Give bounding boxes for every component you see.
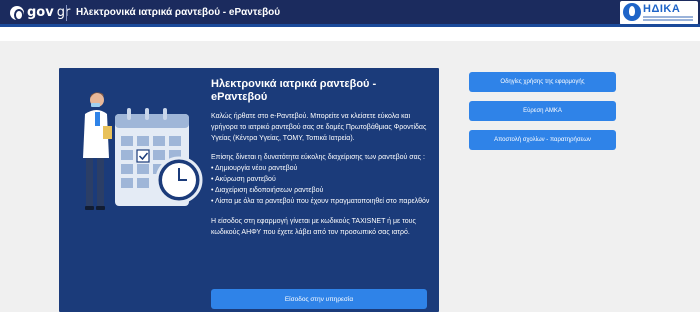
doctor-calendar-clock-illustration bbox=[83, 92, 203, 210]
send-feedback-button[interactable]: Αποστολή σχολίων - παρατηρήσεων bbox=[469, 130, 616, 150]
logo-text-bold: gov bbox=[27, 5, 54, 20]
app-title: Ηλεκτρονικά ιατρικά ραντεβού - eΡαντεβού bbox=[76, 7, 281, 18]
idika-logo-text: ΗΔΙΚΑ bbox=[643, 3, 681, 15]
header-divider bbox=[66, 5, 67, 21]
idika-subtitle-lines bbox=[643, 16, 693, 18]
user-guide-button[interactable]: Οδηγίες χρήσης της εφαρμογής bbox=[469, 72, 616, 92]
idika-emblem-icon bbox=[623, 3, 641, 21]
feature-item: • Δημιουργία νέου ραντεβού bbox=[211, 165, 298, 172]
find-amka-button[interactable]: Εύρεση ΑΜΚΑ bbox=[469, 101, 616, 121]
login-note: Η είσοδος στη εφαρμογή γίνεται με κωδικο… bbox=[211, 218, 416, 236]
gov-gr-emblem-icon bbox=[10, 5, 24, 21]
checkbox-icon bbox=[136, 149, 150, 163]
card-title: Ηλεκτρονικά ιατρικά ραντεβού - eΡαντεβού bbox=[211, 78, 377, 103]
intro-text: Καλώς ήρθατε στο e-Ραντεβού. Μπορείτε να… bbox=[211, 113, 427, 142]
logo-text-light: gr bbox=[56, 5, 71, 20]
features-list: • Δημιουργία νέου ραντεβού • Ακύρωση ραν… bbox=[211, 163, 433, 207]
idika-logo[interactable]: ΗΔΙΚΑ bbox=[620, 1, 698, 25]
card-body: Καλώς ήρθατε στο e-Ραντεβού. Μπορείτε να… bbox=[211, 111, 433, 246]
feature-item: • Διαχείριση ειδοποιήσεων ραντεβού bbox=[211, 187, 324, 194]
welcome-card: Ηλεκτρονικά ιατρικά ραντεβού - eΡαντεβού… bbox=[59, 68, 439, 312]
top-header: gov gr Ηλεκτρονικά ιατρικά ραντεβού - eΡα… bbox=[0, 0, 700, 27]
feature-item: • Ακύρωση ραντεβού bbox=[211, 176, 276, 183]
login-button[interactable]: Είσοδος στην υπηρεσία bbox=[211, 289, 427, 309]
features-intro: Επίσης δίνεται η δυνατότητα εύκολης διαχ… bbox=[211, 154, 425, 161]
gov-gr-logo[interactable]: gov gr bbox=[10, 5, 71, 21]
header-spacer bbox=[0, 27, 700, 41]
feature-item: • Λίστα με όλα τα ραντεβού που έχουν πρα… bbox=[211, 198, 430, 205]
